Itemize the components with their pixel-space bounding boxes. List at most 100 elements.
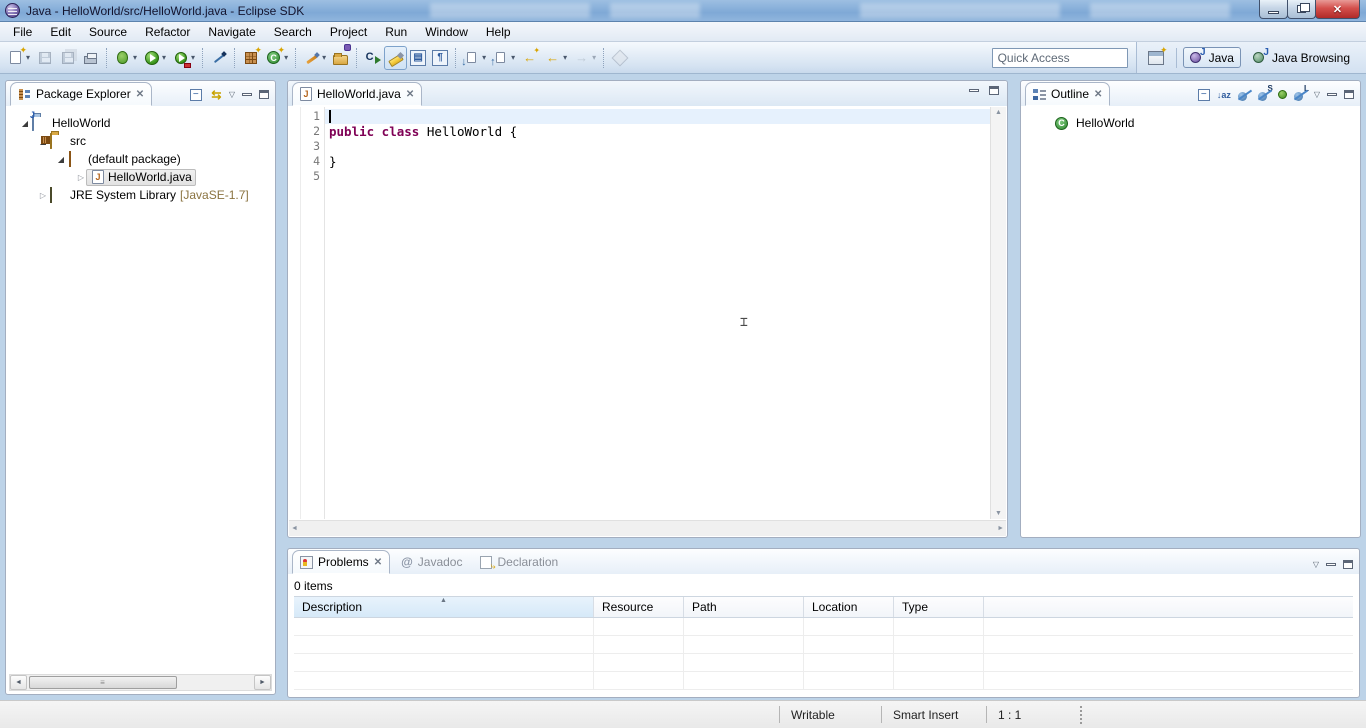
column-description[interactable]: ▲ Description xyxy=(294,597,594,617)
print-button[interactable] xyxy=(79,46,102,70)
code-line-3[interactable] xyxy=(325,139,1006,154)
new-class-button[interactable]: C✦ ▾ xyxy=(262,46,291,70)
scroll-left-icon[interactable]: ◄ xyxy=(10,675,27,690)
expanded-twisty-icon[interactable]: ◢ xyxy=(56,155,66,164)
hide-local-types-icon[interactable]: L xyxy=(1294,88,1307,101)
dropdown-icon[interactable]: ▾ xyxy=(592,53,596,62)
maximize-editor-icon[interactable] xyxy=(989,86,999,95)
collapsed-twisty-icon[interactable]: ▷ xyxy=(38,191,48,200)
dropdown-icon[interactable]: ▾ xyxy=(322,53,326,62)
column-location[interactable]: Location xyxy=(804,597,894,617)
perspective-java-browsing-button[interactable]: J Java Browsing xyxy=(1247,48,1356,67)
menu-search[interactable]: Search xyxy=(265,23,321,41)
forward-button[interactable]: → ▾ xyxy=(570,46,599,70)
scroll-up-icon[interactable]: ▲ xyxy=(993,109,1004,116)
editor-tab-label[interactable]: HelloWorld.java xyxy=(317,87,401,101)
tree-label-src[interactable]: src xyxy=(70,134,86,148)
tab-package-explorer[interactable]: Package Explorer ✕ xyxy=(10,82,152,106)
declaration-title[interactable]: Declaration xyxy=(497,555,558,569)
code-line-2[interactable]: public class HelloWorld { xyxy=(325,124,1006,139)
tree-item-project[interactable]: ◢ HelloWorld xyxy=(6,114,275,132)
code-line-1[interactable] xyxy=(325,109,1006,124)
menu-edit[interactable]: Edit xyxy=(41,23,80,41)
open-perspective-button[interactable]: ✦ xyxy=(1145,46,1168,70)
collapse-all-icon[interactable]: − xyxy=(190,89,202,101)
scroll-left-icon[interactable]: ◄ xyxy=(291,525,298,532)
tree-item-default-package[interactable]: ◢ (default package) xyxy=(6,150,275,168)
tree-item-src[interactable]: ◢ src xyxy=(6,132,275,150)
debug-button[interactable]: ▾ xyxy=(111,46,140,70)
run-button[interactable]: ▾ xyxy=(140,46,169,70)
status-drag-handle[interactable] xyxy=(1080,706,1082,724)
menu-help[interactable]: Help xyxy=(477,23,520,41)
new-java-project-button[interactable]: ✦ xyxy=(239,46,262,70)
dropdown-icon[interactable]: ▾ xyxy=(511,53,515,62)
menu-project[interactable]: Project xyxy=(321,23,376,41)
dropdown-icon[interactable]: ▾ xyxy=(191,53,195,62)
external-tools-button[interactable]: ▾ xyxy=(169,46,198,70)
editor-body[interactable]: 1 2 3 4 5 public class HelloWorld { } xyxy=(289,107,1006,519)
close-icon[interactable]: ✕ xyxy=(136,89,144,100)
maximize-view-icon[interactable] xyxy=(1343,560,1353,569)
scroll-right-icon[interactable]: ► xyxy=(997,525,1004,532)
menu-refactor[interactable]: Refactor xyxy=(136,23,199,41)
javadoc-title[interactable]: Javadoc xyxy=(418,555,463,569)
hide-static-members-icon[interactable]: S xyxy=(1258,88,1271,101)
mark-occurrences-button[interactable] xyxy=(384,46,407,70)
hide-non-public-members-icon[interactable] xyxy=(1278,90,1287,99)
dropdown-icon[interactable]: ▾ xyxy=(482,53,486,62)
dropdown-icon[interactable]: ▾ xyxy=(133,53,137,62)
previous-annotation-button[interactable]: ↑ ▾ xyxy=(489,46,518,70)
scroll-right-icon[interactable]: ► xyxy=(254,675,271,690)
last-edit-location-button[interactable]: ←✦ xyxy=(518,46,541,70)
minimize-view-icon[interactable] xyxy=(1327,93,1337,96)
back-button[interactable]: ← ▾ xyxy=(541,46,570,70)
view-menu-icon[interactable]: ▽ xyxy=(1314,90,1320,99)
quick-access-input[interactable] xyxy=(992,48,1128,68)
scroll-down-icon[interactable]: ▼ xyxy=(993,510,1004,517)
code-line-5[interactable] xyxy=(325,169,1006,184)
minimize-view-icon[interactable] xyxy=(1326,563,1336,566)
close-icon[interactable]: ✕ xyxy=(374,557,382,568)
tree-label-file[interactable]: HelloWorld.java xyxy=(108,170,192,184)
restore-window-button[interactable] xyxy=(1287,0,1316,19)
dropdown-icon[interactable]: ▾ xyxy=(563,53,567,62)
menu-run[interactable]: Run xyxy=(376,23,416,41)
selected-tree-item[interactable]: J HelloWorld.java xyxy=(86,169,196,186)
sort-icon[interactable]: ↓az xyxy=(1217,88,1231,101)
menu-window[interactable]: Window xyxy=(416,23,477,41)
tab-helloworld-java[interactable]: J HelloWorld.java ✕ xyxy=(292,82,422,106)
tab-javadoc[interactable]: @ Javadoc xyxy=(394,550,469,574)
menu-source[interactable]: Source xyxy=(80,23,136,41)
open-plugin-artifact-button[interactable] xyxy=(329,46,352,70)
code-area[interactable]: public class HelloWorld { } xyxy=(325,107,1006,519)
tree-item-file[interactable]: ▷ J HelloWorld.java xyxy=(6,168,275,186)
close-icon[interactable]: ✕ xyxy=(1094,89,1102,100)
minimize-window-button[interactable] xyxy=(1259,0,1288,19)
column-type[interactable]: Type xyxy=(894,597,984,617)
tree-label-project[interactable]: HelloWorld xyxy=(52,116,110,130)
menu-file[interactable]: File xyxy=(4,23,41,41)
hide-fields-icon[interactable] xyxy=(1238,88,1251,101)
minimize-editor-icon[interactable] xyxy=(969,89,979,92)
open-task-button[interactable]: ▾ xyxy=(300,46,329,70)
show-whitespace-button[interactable]: ¶ xyxy=(429,46,451,70)
pin-editor-button[interactable] xyxy=(608,46,631,70)
outline-class-label[interactable]: HelloWorld xyxy=(1076,116,1134,130)
scrollbar-thumb[interactable]: ≡ xyxy=(29,676,177,689)
pen-slash-button[interactable] xyxy=(207,46,230,70)
next-annotation-button[interactable]: ↓ ▾ xyxy=(460,46,489,70)
close-window-button[interactable]: ✕ xyxy=(1315,0,1360,19)
type-hierarchy-button[interactable]: C xyxy=(361,46,384,70)
package-explorer-hscrollbar[interactable]: ◄ ≡ ► xyxy=(9,674,272,691)
save-button[interactable] xyxy=(33,46,56,70)
tree-label-default-package[interactable]: (default package) xyxy=(88,152,181,166)
show-selected-element-button[interactable]: ▤ xyxy=(407,46,429,70)
column-path[interactable]: Path xyxy=(684,597,804,617)
minimize-view-icon[interactable] xyxy=(242,93,252,96)
editor-vscrollbar[interactable]: ▲ ▼ xyxy=(990,107,1006,519)
tree-label-jre[interactable]: JRE System Library xyxy=(70,188,176,202)
perspective-java-button[interactable]: J Java xyxy=(1183,47,1241,68)
expanded-twisty-icon[interactable]: ◢ xyxy=(20,119,30,128)
tree-item-jre[interactable]: ▷ JRE System Library [JavaSE-1.7] xyxy=(6,186,275,204)
